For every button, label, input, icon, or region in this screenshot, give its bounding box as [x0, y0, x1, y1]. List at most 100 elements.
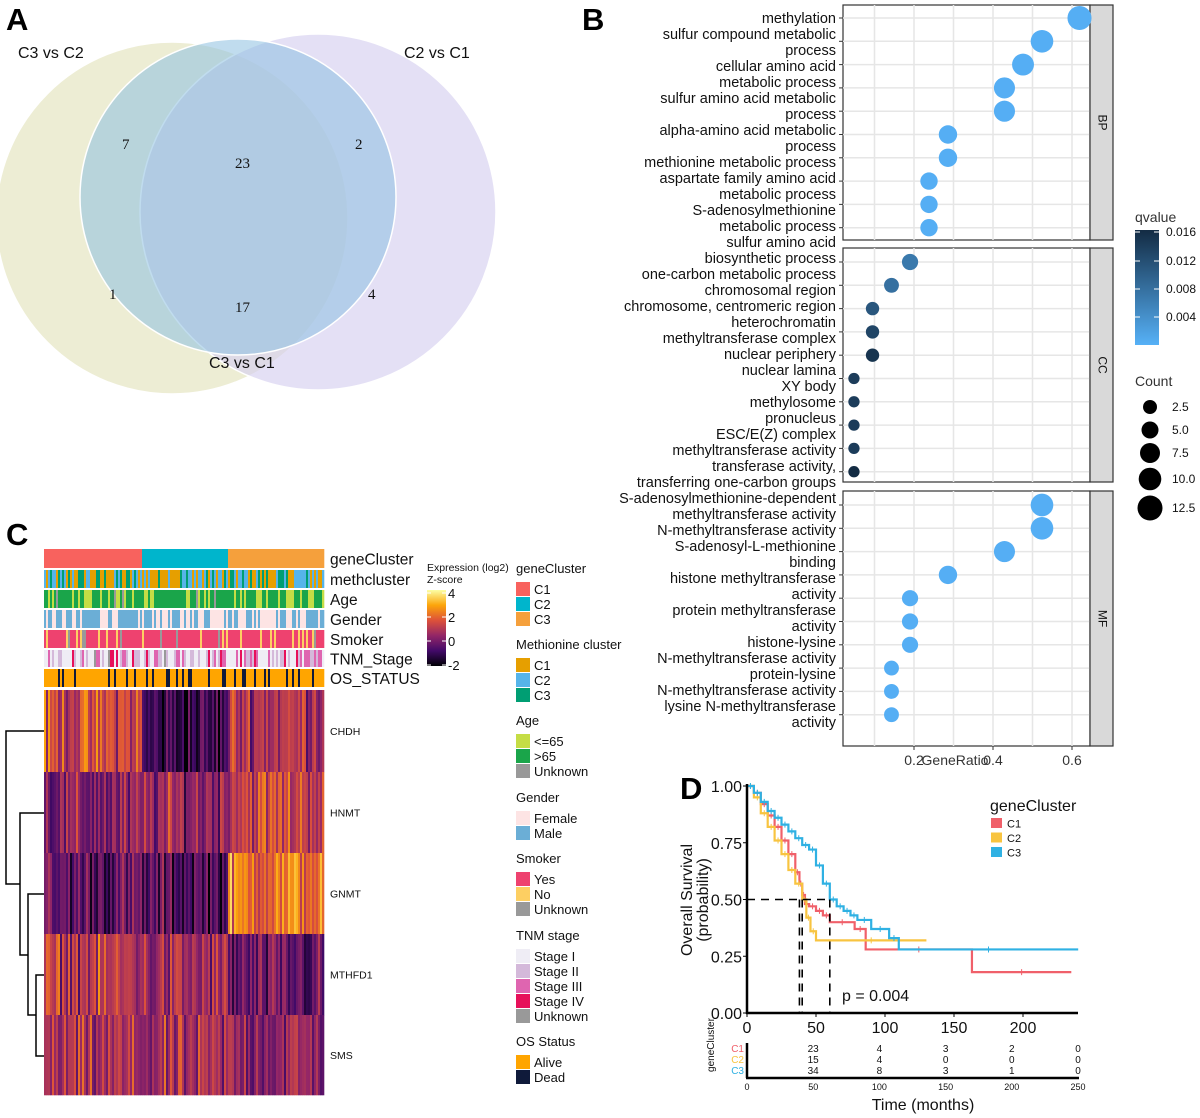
- annotation-cell: [160, 570, 163, 588]
- figure: A B C D C3 vs C2 C2 vs C1 C3 vs C1 7 23 …: [0, 2, 1196, 1114]
- annotation-cell: [146, 650, 149, 667]
- annotation-cell: [312, 630, 315, 648]
- annotation-cell: [54, 549, 57, 568]
- go-term-label: S-adenosylmethionine-dependent: [619, 491, 836, 507]
- annotation-cell: [286, 669, 289, 687]
- annotation-cell: [190, 669, 193, 687]
- heatmap-cell: [234, 772, 237, 854]
- heatmap-cell: [258, 1015, 261, 1096]
- heatmap-cell: [264, 934, 267, 1016]
- annotation-cell: [124, 570, 127, 588]
- annotation-cell: [114, 630, 117, 648]
- heatmap-cell: [272, 934, 275, 1016]
- annotation-cell: [80, 590, 83, 608]
- annotation-cell: [312, 570, 315, 588]
- heatmap-cell: [308, 853, 311, 935]
- annotation-cell: [112, 669, 115, 687]
- heatmap-cell: [94, 934, 97, 1016]
- heatmap-cell: [316, 853, 319, 935]
- annotation-cell: [136, 590, 139, 608]
- annotation-cell: [276, 630, 279, 648]
- legend-swatch: [516, 994, 530, 1008]
- annotation-cell: [290, 549, 293, 568]
- annotation-cell: [170, 549, 173, 568]
- annotation-cell: [118, 650, 121, 667]
- annotation-cell: [124, 590, 127, 608]
- annotation-cell: [240, 630, 243, 648]
- heatmap-cell: [274, 934, 277, 1016]
- legend-swatch: [516, 887, 530, 901]
- heatmap-cell: [184, 1015, 187, 1096]
- heatmap-cell: [236, 1015, 239, 1096]
- annotation-cell: [150, 549, 153, 568]
- heatmap-cell: [248, 1015, 251, 1096]
- annotation-cell: [58, 610, 61, 628]
- annotation-cell: [202, 549, 205, 568]
- annotation-cell: [128, 650, 131, 667]
- risk-table-value: 4: [877, 1044, 883, 1055]
- heatmap-cell: [144, 853, 147, 935]
- heatmap-cell: [100, 690, 103, 773]
- heatmap-cell: [312, 934, 315, 1016]
- annotation-cell: [252, 669, 255, 687]
- annotation-cell: [116, 650, 119, 667]
- heatmap-cell: [210, 934, 213, 1016]
- heatmap-cell: [204, 772, 207, 854]
- heatmap-cell: [50, 1015, 53, 1096]
- heatmap-cell: [222, 690, 225, 773]
- heatmap-cell: [68, 934, 71, 1016]
- annotation-cell: [194, 650, 197, 667]
- heatmap-cell: [86, 853, 89, 935]
- heatmap-cell: [200, 853, 203, 935]
- heatmap-cell: [270, 853, 273, 935]
- heatmap-cell: [308, 772, 311, 854]
- annotation-cell: [234, 590, 237, 608]
- legend-label: Stage I: [534, 949, 575, 964]
- heatmap-cell: [154, 1015, 157, 1096]
- annotation-cell: [322, 650, 325, 667]
- heatmap-cell: [298, 690, 301, 773]
- annotation-cell: [256, 669, 259, 687]
- heatmap-cell: [112, 853, 115, 935]
- heatmap-cell: [190, 934, 193, 1016]
- annotation-cell: [106, 630, 109, 648]
- annotation-cell: [316, 549, 319, 568]
- annotation-cell: [274, 610, 277, 628]
- annotation-cell: [198, 590, 201, 608]
- annotation-cell: [172, 610, 175, 628]
- annotation-cell: [106, 570, 109, 588]
- heatmap-cell: [320, 934, 323, 1016]
- annotation-cell: [278, 590, 281, 608]
- annotation-cell: [192, 669, 195, 687]
- heatmap-cell: [90, 1015, 93, 1096]
- heatmap-cell: [70, 690, 73, 773]
- annotation-cell: [222, 549, 225, 568]
- heatmap-cell: [100, 772, 103, 854]
- annotation-cell: [260, 590, 263, 608]
- annotation-cell: [134, 650, 137, 667]
- survival-legend-swatch: [991, 818, 1002, 828]
- annotation-cell: [130, 590, 133, 608]
- annotation-cell: [106, 669, 109, 687]
- annotation-cell: [52, 590, 55, 608]
- heatmap-cell: [182, 934, 185, 1016]
- heatmap-cell: [230, 853, 233, 935]
- heatmap-cell: [274, 853, 277, 935]
- annotation-cell: [158, 549, 161, 568]
- heatmap-cell: [126, 690, 129, 773]
- heatmap-cell: [106, 690, 109, 773]
- heatmap-cell: [274, 772, 277, 854]
- annotation-cell: [110, 590, 113, 608]
- annotation-cell: [262, 610, 265, 628]
- heatmap-cell: [244, 690, 247, 773]
- count-legend-label: 12.5: [1172, 501, 1196, 515]
- annotation-cell: [238, 630, 241, 648]
- annotation-cell: [120, 669, 123, 687]
- heatmap-cell: [188, 853, 191, 935]
- annotation-cell: [52, 650, 55, 667]
- annotation-cell: [200, 549, 203, 568]
- heatmap-cell: [258, 934, 261, 1016]
- heatmap-cell: [194, 934, 197, 1016]
- heatmap-cell: [138, 772, 141, 854]
- annotation-cell: [298, 610, 301, 628]
